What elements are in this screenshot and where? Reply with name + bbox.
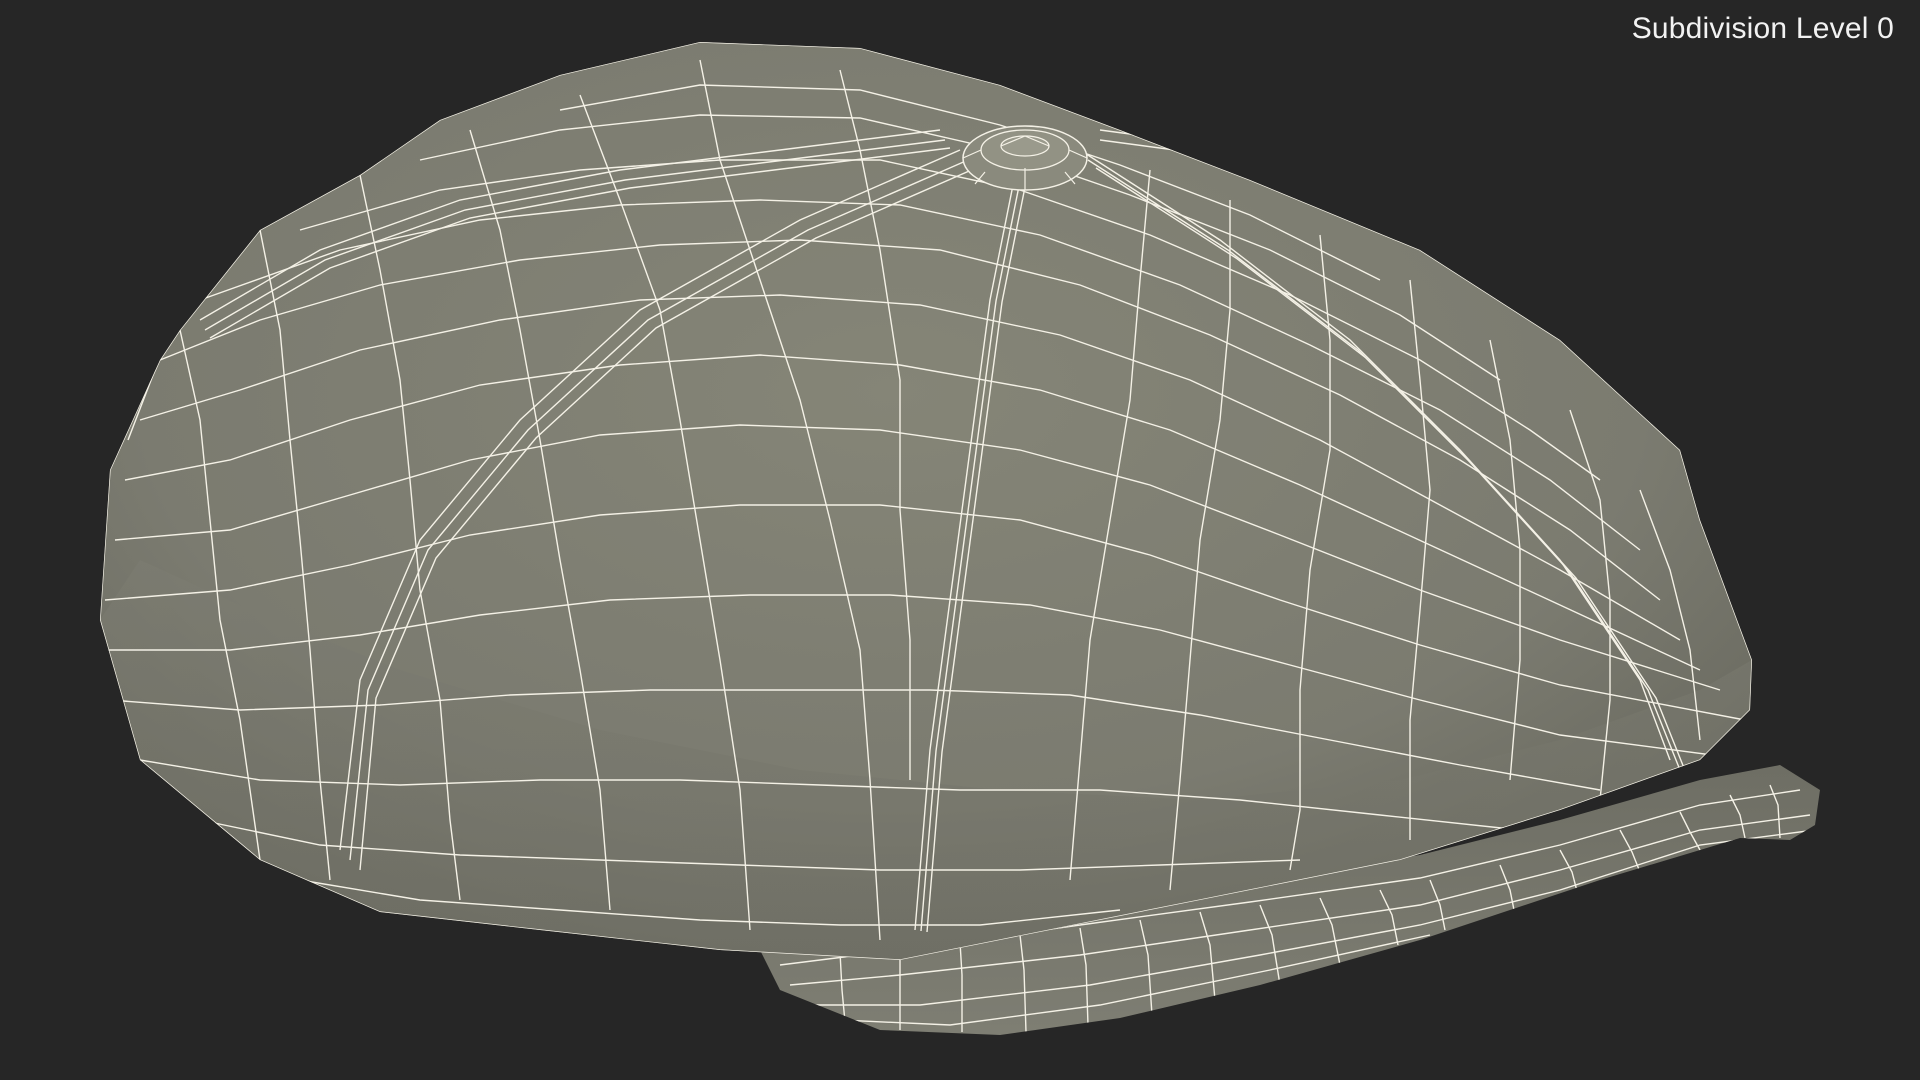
cap-crown bbox=[100, 42, 1752, 960]
cap-wireframe-render bbox=[100, 42, 1820, 1035]
render-viewport: Subdivision Level 0 bbox=[0, 0, 1920, 1080]
cap-top-button bbox=[962, 125, 1088, 191]
subdivision-level-label: Subdivision Level 0 bbox=[1631, 12, 1894, 45]
